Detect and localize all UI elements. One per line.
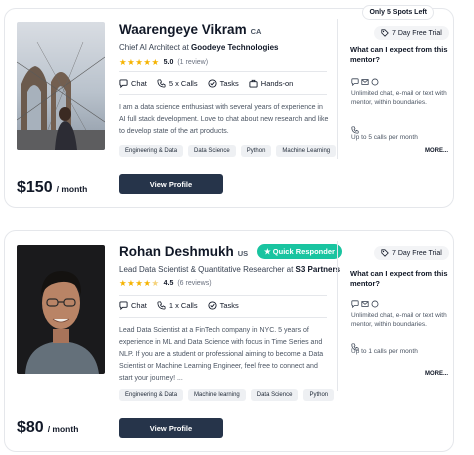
- price-amount: $150: [17, 179, 53, 196]
- mentor-card: Only 5 Spots Left Waarengeye Vikram CA C…: [4, 5, 454, 208]
- feature-list: Chat 1 x Calls Tasks: [119, 301, 239, 310]
- feature-calls: 5 x Calls: [157, 79, 198, 88]
- mentor-bio: Lead Data Scientist at a FinTech company…: [119, 327, 324, 382]
- skill-tag[interactable]: Python: [240, 145, 272, 157]
- mentor-company: S3 Partners: [295, 265, 341, 274]
- feature-calls: 1 x Calls: [157, 301, 198, 310]
- feature-list: Chat 5 x Calls Tasks Hands-on: [119, 79, 293, 88]
- contact-description: Unlimited chat, e-mail or text with ment…: [351, 90, 447, 106]
- feature-hands-on: Hands-on: [249, 79, 293, 88]
- divider: [119, 94, 327, 95]
- message-icon: [371, 78, 379, 86]
- portrait-photo-image: [17, 245, 105, 374]
- price-unit: / month: [56, 184, 88, 194]
- view-profile-button[interactable]: View Profile: [119, 418, 223, 438]
- spots-left-badge: Only 5 Spots Left: [362, 5, 434, 20]
- price-amount: $80: [17, 419, 44, 436]
- skill-tag[interactable]: Data Science: [250, 389, 299, 401]
- skill-tag[interactable]: Data Science: [188, 145, 236, 157]
- chat-icon: [119, 301, 128, 310]
- expectation-heading: What can I expect from this mentor?: [350, 45, 448, 64]
- divider: [119, 317, 327, 318]
- skill-tag[interactable]: Engineering & Data: [119, 389, 184, 401]
- feature-chat: Chat: [119, 79, 147, 88]
- mentor-photo[interactable]: [17, 22, 105, 150]
- chat-icon: [119, 79, 128, 88]
- rating-value: 5.0: [163, 59, 174, 66]
- bridge-photo-image: [17, 22, 105, 150]
- mentor-name-row: Rohan Deshmukh US: [119, 244, 248, 259]
- free-trial-badge: 7 Day Free Trial: [374, 246, 449, 260]
- contact-icons: [351, 78, 379, 86]
- calls-description: Up to 5 calls per month: [351, 134, 418, 141]
- message-icon: [371, 300, 379, 308]
- mentor-price: $150 / month: [17, 179, 87, 197]
- mentor-card: Rohan Deshmukh US ★ Quick Responder Lead…: [4, 230, 454, 452]
- review-count[interactable]: (1 review): [177, 59, 208, 66]
- rating-value: 4.5: [163, 280, 174, 287]
- skill-tag[interactable]: Python: [303, 389, 335, 401]
- tasks-icon: [208, 79, 217, 88]
- mentor-title: Lead Data Scientist & Quantitative Resea…: [119, 265, 340, 274]
- skill-tags: Engineering & Data Machine learning Data…: [119, 389, 335, 401]
- mentor-country: CA: [250, 27, 262, 36]
- view-profile-button[interactable]: View Profile: [119, 174, 223, 194]
- mentor-photo[interactable]: [17, 245, 105, 374]
- divider: [119, 295, 327, 296]
- phone-icon: [157, 79, 166, 88]
- skill-tag[interactable]: Machine Learning: [276, 145, 337, 157]
- feature-tasks: Tasks: [208, 79, 239, 88]
- chat-icon: [351, 78, 359, 86]
- chat-icon: [351, 300, 359, 308]
- mentor-name-row: Waarengeye Vikram CA: [119, 22, 261, 37]
- mentor-role: Chief AI Architect at: [119, 43, 192, 52]
- mentor-country: US: [237, 249, 249, 258]
- quick-responder-badge: ★ Quick Responder: [257, 244, 342, 259]
- expectation-heading: What can I expect from this mentor?: [350, 269, 448, 288]
- rating-stars: ★★★★★: [119, 278, 160, 288]
- mentor-title: Chief AI Architect at Goodeye Technologi…: [119, 43, 278, 52]
- hands-on-icon: [249, 79, 258, 88]
- mentor-rating: ★★★★★ 5.0 (1 review): [119, 57, 208, 68]
- more-link[interactable]: MORE...: [425, 371, 448, 377]
- tag-icon: [381, 29, 389, 37]
- tag-icon: [381, 249, 389, 257]
- mail-icon: [361, 79, 369, 85]
- price-unit: / month: [47, 424, 79, 434]
- contact-description: Unlimited chat, e-mail or text with ment…: [351, 312, 447, 328]
- skill-tag[interactable]: Machine learning: [188, 389, 246, 401]
- mentor-name[interactable]: Rohan Deshmukh: [119, 244, 234, 259]
- rating-stars: ★★★★★: [119, 57, 160, 67]
- skill-tag[interactable]: Engineering & Data: [119, 145, 184, 157]
- mentor-rating: ★★★★★ 4.5 (6 reviews): [119, 278, 212, 289]
- mentor-price: $80 / month: [17, 419, 78, 437]
- mentor-company: Goodeye Technologies: [191, 43, 279, 52]
- skill-tags: Engineering & Data Data Science Python M…: [119, 145, 337, 157]
- mentor-bio: I am a data science enthusiast with seve…: [119, 104, 329, 135]
- review-count[interactable]: (6 reviews): [177, 280, 211, 287]
- mail-icon: [361, 301, 369, 307]
- mentor-name[interactable]: Waarengeye Vikram: [119, 22, 247, 37]
- more-link[interactable]: MORE...: [425, 148, 448, 154]
- tasks-icon: [208, 301, 217, 310]
- calls-description: Up to 1 calls per month: [351, 348, 418, 355]
- vertical-divider: [337, 241, 338, 391]
- feature-chat: Chat: [119, 301, 147, 310]
- phone-icon: [157, 301, 166, 310]
- divider: [119, 71, 327, 72]
- mentor-role: Lead Data Scientist & Quantitative Resea…: [119, 265, 296, 274]
- feature-tasks: Tasks: [208, 301, 239, 310]
- contact-icons: [351, 300, 379, 308]
- vertical-divider: [337, 19, 338, 159]
- free-trial-badge: 7 Day Free Trial: [374, 26, 449, 40]
